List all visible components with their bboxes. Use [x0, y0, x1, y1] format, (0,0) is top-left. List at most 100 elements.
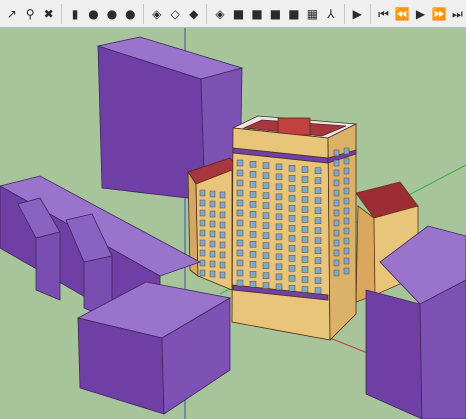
- window: [301, 246, 309, 253]
- window: [209, 260, 216, 268]
- window: [301, 276, 309, 283]
- window: [209, 230, 216, 238]
- window: [301, 256, 309, 263]
- window: [262, 232, 270, 239]
- window: [236, 169, 244, 177]
- xray-icon[interactable]: ◈: [211, 3, 228, 25]
- zoom-icon[interactable]: ⚲: [21, 3, 38, 25]
- view-iso-icon[interactable]: ◈: [148, 3, 165, 25]
- rewind-icon[interactable]: ⏪: [393, 3, 410, 25]
- freehand-icon[interactable]: ↗: [3, 3, 20, 25]
- camera-icon[interactable]: ▶: [348, 3, 365, 25]
- view-front-icon[interactable]: ◆: [185, 3, 202, 25]
- first-frame-icon[interactable]: ⏮: [375, 3, 392, 25]
- window: [314, 257, 322, 264]
- zoom-extents-icon[interactable]: ✖: [40, 3, 57, 25]
- styles-icon[interactable]: ●: [122, 3, 139, 25]
- window: [219, 261, 226, 269]
- window: [314, 177, 322, 185]
- window: [262, 162, 270, 169]
- window: [275, 183, 283, 191]
- window: [333, 189, 340, 197]
- window: [275, 173, 283, 181]
- window: [236, 239, 244, 247]
- window: [249, 161, 257, 168]
- window: [333, 199, 340, 207]
- last-frame-icon[interactable]: ⏭: [449, 3, 466, 25]
- window: [288, 285, 296, 292]
- window: [199, 249, 206, 257]
- window: [262, 282, 270, 289]
- window: [301, 226, 309, 233]
- window: [275, 203, 283, 211]
- window: [249, 231, 257, 238]
- window: [199, 239, 206, 247]
- play-icon[interactable]: ▶: [412, 3, 429, 25]
- window: [301, 186, 309, 193]
- window: [249, 191, 257, 198]
- shaded-icon[interactable]: ■: [248, 3, 265, 25]
- window: [219, 211, 226, 219]
- window: [343, 227, 350, 235]
- window: [333, 239, 340, 247]
- window: [262, 262, 270, 269]
- window: [275, 223, 283, 231]
- window: [301, 216, 309, 223]
- table-icon[interactable]: ▦: [304, 3, 321, 25]
- 3d-viewport[interactable]: [0, 28, 466, 419]
- window: [333, 159, 340, 167]
- window: [199, 259, 206, 267]
- monochrome-icon[interactable]: ■: [285, 3, 302, 25]
- window: [288, 275, 296, 282]
- window: [275, 273, 283, 281]
- window: [219, 221, 226, 229]
- window: [262, 212, 270, 219]
- window: [209, 250, 216, 258]
- window: [343, 247, 350, 255]
- window: [275, 163, 283, 171]
- window: [343, 167, 350, 175]
- window: [199, 269, 206, 277]
- window: [209, 270, 216, 278]
- window: [288, 204, 296, 212]
- window: [236, 219, 244, 227]
- view-top-icon[interactable]: ◇: [167, 3, 184, 25]
- window: [288, 234, 296, 242]
- materials-icon[interactable]: ●: [85, 3, 102, 25]
- window: [236, 229, 244, 237]
- window: [249, 201, 257, 208]
- window: [314, 247, 322, 255]
- window: [249, 261, 257, 268]
- toolbar-separator: [61, 3, 63, 24]
- toolbar-separator: [369, 3, 371, 24]
- window: [262, 192, 270, 199]
- dimension-icon[interactable]: ⅄: [322, 3, 339, 25]
- wireframe-icon[interactable]: ■: [230, 3, 247, 25]
- window: [249, 251, 257, 258]
- window: [275, 193, 283, 201]
- layers-book-icon[interactable]: ▮: [66, 3, 83, 25]
- components-icon[interactable]: ●: [103, 3, 120, 25]
- window: [219, 271, 226, 279]
- window: [343, 197, 350, 205]
- window: [275, 263, 283, 271]
- window: [288, 184, 296, 192]
- window: [209, 210, 216, 218]
- window: [301, 236, 309, 243]
- window: [275, 283, 283, 291]
- window: [236, 279, 244, 287]
- window: [209, 200, 216, 208]
- window: [314, 237, 322, 245]
- window: [249, 171, 257, 178]
- fast-forward-icon[interactable]: ⏩: [430, 3, 447, 25]
- window: [333, 209, 340, 217]
- textured-icon[interactable]: ■: [267, 3, 284, 25]
- window: [314, 187, 322, 195]
- window: [301, 166, 309, 173]
- toolbar-separator: [143, 3, 145, 24]
- window: [209, 220, 216, 228]
- window: [249, 271, 257, 278]
- window: [343, 187, 350, 195]
- window: [333, 229, 340, 237]
- window: [288, 164, 296, 172]
